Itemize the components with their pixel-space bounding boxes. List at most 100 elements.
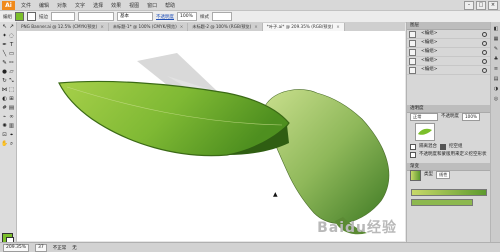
target-icon[interactable] — [482, 59, 487, 64]
gradient-preview[interactable] — [410, 169, 421, 181]
brushes-panel-icon[interactable]: ✎ — [493, 46, 499, 52]
artboard-canvas[interactable]: ▲ Baidu经验 — [17, 31, 405, 241]
layer-row[interactable]: <编组> — [407, 48, 491, 57]
graph-tool-icon[interactable]: ▥ — [8, 123, 15, 130]
menu-window[interactable]: 窗口 — [147, 2, 157, 9]
menu-help[interactable]: 帮助 — [165, 2, 175, 9]
knockout-group-checkbox[interactable] — [440, 144, 446, 150]
opacity-field[interactable]: 100% — [177, 12, 197, 21]
type-tool-icon[interactable]: T — [8, 42, 15, 49]
leaf-artwork[interactable] — [17, 31, 405, 241]
menu-view[interactable]: 视图 — [129, 2, 139, 9]
long-leaf — [58, 80, 290, 157]
gradient-panel-icon[interactable]: ▤ — [493, 76, 499, 82]
close-icon[interactable]: × — [180, 24, 184, 29]
target-icon[interactable] — [482, 32, 487, 37]
tab-document-2[interactable]: 未标题-1* @ 100% (CMYK/预览) × — [109, 23, 189, 31]
gradient-type-select[interactable]: 线性 — [436, 171, 451, 179]
stroke-swatch[interactable] — [27, 12, 36, 21]
visibility-icon[interactable] — [409, 67, 416, 74]
page-field[interactable]: 37 — [35, 243, 47, 252]
selection-tool-icon[interactable]: ↖ — [1, 24, 8, 31]
artboard-tool-icon[interactable]: ⊡ — [1, 132, 8, 139]
transparency-option[interactable]: 不透明度和蒙版用来定义挖空形状 — [407, 151, 491, 159]
brush-field[interactable]: 基本 — [117, 12, 153, 21]
pencil-tool-icon[interactable]: ✏ — [8, 60, 15, 67]
gradient-slider[interactable] — [411, 189, 487, 196]
visibility-icon[interactable] — [409, 58, 416, 65]
visibility-icon[interactable] — [409, 40, 416, 47]
menu-select[interactable]: 选择 — [93, 2, 103, 9]
line-tool-icon[interactable]: ╲ — [1, 51, 8, 58]
layer-row[interactable]: <编组> — [407, 30, 491, 39]
isolate-blending-checkbox[interactable] — [410, 144, 416, 150]
color-panel-icon[interactable]: ◧ — [493, 26, 499, 32]
close-icon[interactable]: × — [336, 24, 340, 29]
close-icon[interactable]: × — [254, 24, 258, 29]
tab-document-1[interactable]: PNG Banner.ai @ 12.5% (CMYK/预览) × — [17, 23, 109, 31]
swatches-panel-icon[interactable]: ▦ — [493, 36, 499, 42]
blob-brush-tool-icon[interactable]: ● — [1, 69, 8, 76]
rotate-tool-icon[interactable]: ↻ — [1, 78, 8, 85]
target-icon[interactable] — [482, 50, 487, 55]
layer-row[interactable]: <编组> — [407, 57, 491, 66]
opacity-select[interactable]: 100% — [462, 113, 480, 121]
hand-tool-icon[interactable]: ✋ — [1, 141, 8, 148]
tab-document-3[interactable]: 未标题-2 @ 100% (RGB/预览) × — [188, 23, 263, 31]
appearance-panel-icon[interactable]: ◎ — [493, 96, 499, 102]
blend-mode-select[interactable]: 正常 — [410, 113, 438, 121]
layer-row-label: <编组> — [421, 49, 438, 54]
tab-document-4[interactable]: *叶子.ai* @ 209.35% (RGB/预览) × — [262, 23, 345, 31]
gradient-stop-bar[interactable] — [411, 199, 473, 206]
zoom-field[interactable]: 209.35% — [3, 243, 30, 252]
close-icon[interactable]: × — [100, 24, 104, 29]
close-button[interactable]: × — [488, 0, 498, 10]
minimize-button[interactable]: – — [464, 0, 474, 10]
visibility-icon[interactable] — [409, 31, 416, 38]
menu-type[interactable]: 文字 — [75, 2, 85, 9]
eyedropper-tool-icon[interactable]: ⌁ — [1, 114, 8, 121]
variable-width-field[interactable] — [78, 12, 114, 21]
shape-builder-tool-icon[interactable]: ◐ — [1, 96, 8, 103]
zoom-tool-icon[interactable]: ⌕ — [8, 141, 15, 148]
layers-panel-title[interactable]: 图层 — [407, 22, 491, 30]
perspective-grid-tool-icon[interactable]: ⊞ — [8, 96, 15, 103]
target-icon[interactable] — [482, 41, 487, 46]
target-icon[interactable] — [482, 68, 487, 73]
paintbrush-tool-icon[interactable]: ✎ — [1, 60, 8, 67]
menu-file[interactable]: 文件 — [21, 2, 31, 9]
free-transform-tool-icon[interactable]: ⬚ — [8, 87, 15, 94]
symbols-panel-icon[interactable]: ♣ — [493, 56, 499, 62]
transparency-panel-icon[interactable]: ◑ — [493, 86, 499, 92]
direct-selection-tool-icon[interactable]: ↗ — [8, 24, 15, 31]
symbol-sprayer-tool-icon[interactable]: ✺ — [1, 123, 8, 130]
transparency-option[interactable]: 隔离混合 挖空组 — [407, 143, 491, 151]
magic-wand-tool-icon[interactable]: ✦ — [1, 33, 8, 40]
menu-edit[interactable]: 编辑 — [39, 2, 49, 9]
gradient-tool-icon[interactable]: ▤ — [8, 105, 15, 112]
slice-tool-icon[interactable]: ⌖ — [8, 132, 15, 139]
layer-row[interactable]: <编组> — [407, 39, 491, 48]
rectangle-tool-icon[interactable]: ▭ — [8, 51, 15, 58]
scale-tool-icon[interactable]: ⤡ — [8, 78, 15, 85]
mesh-tool-icon[interactable]: # — [1, 105, 8, 112]
lasso-tool-icon[interactable]: ◌ — [8, 33, 15, 40]
mask-knockout-checkbox[interactable] — [410, 152, 416, 158]
opacity-link[interactable]: 不透明度 — [156, 14, 174, 20]
visibility-icon[interactable] — [409, 49, 416, 56]
stroke-panel-icon[interactable]: ≡ — [493, 66, 499, 72]
gradient-type-row: 类型 线性 — [407, 169, 491, 181]
transparency-panel-title[interactable]: 透明度 — [407, 105, 491, 113]
blend-tool-icon[interactable]: ∞ — [8, 114, 15, 121]
menu-object[interactable]: 对象 — [57, 2, 67, 9]
style-field[interactable] — [212, 12, 232, 21]
fill-swatch[interactable] — [15, 12, 24, 21]
width-tool-icon[interactable]: ⋈ — [1, 87, 8, 94]
maximize-button[interactable]: □ — [476, 0, 486, 10]
pen-tool-icon[interactable]: ✒ — [1, 42, 8, 49]
stroke-weight-field[interactable] — [51, 12, 75, 21]
object-thumbnail[interactable] — [415, 123, 435, 141]
layer-row[interactable]: <编组> — [407, 66, 491, 75]
eraser-tool-icon[interactable]: ▱ — [8, 69, 15, 76]
menu-effect[interactable]: 效果 — [111, 2, 121, 9]
